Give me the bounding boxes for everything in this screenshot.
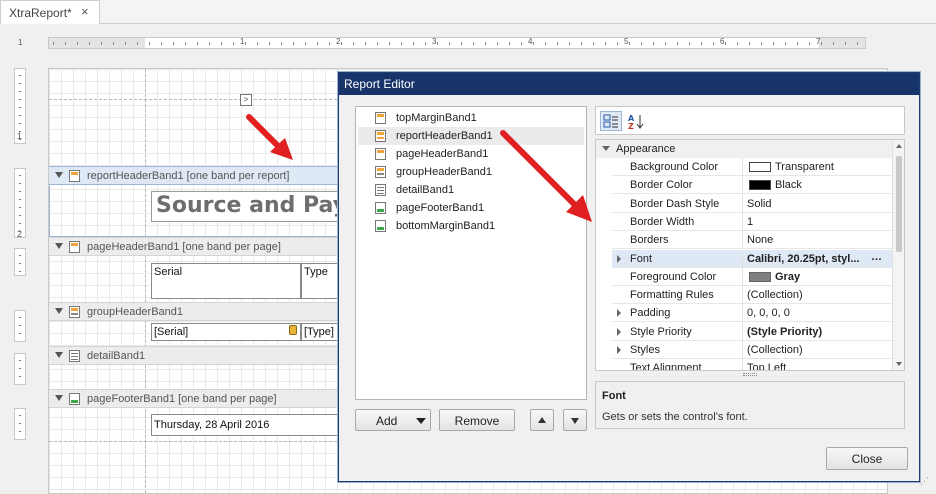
resize-grip[interactable]: ⋰ xyxy=(920,476,929,487)
arrow-to-property-grid xyxy=(500,130,592,222)
arrow-to-smart-tag xyxy=(246,114,293,160)
annotation-arrows xyxy=(246,114,592,222)
